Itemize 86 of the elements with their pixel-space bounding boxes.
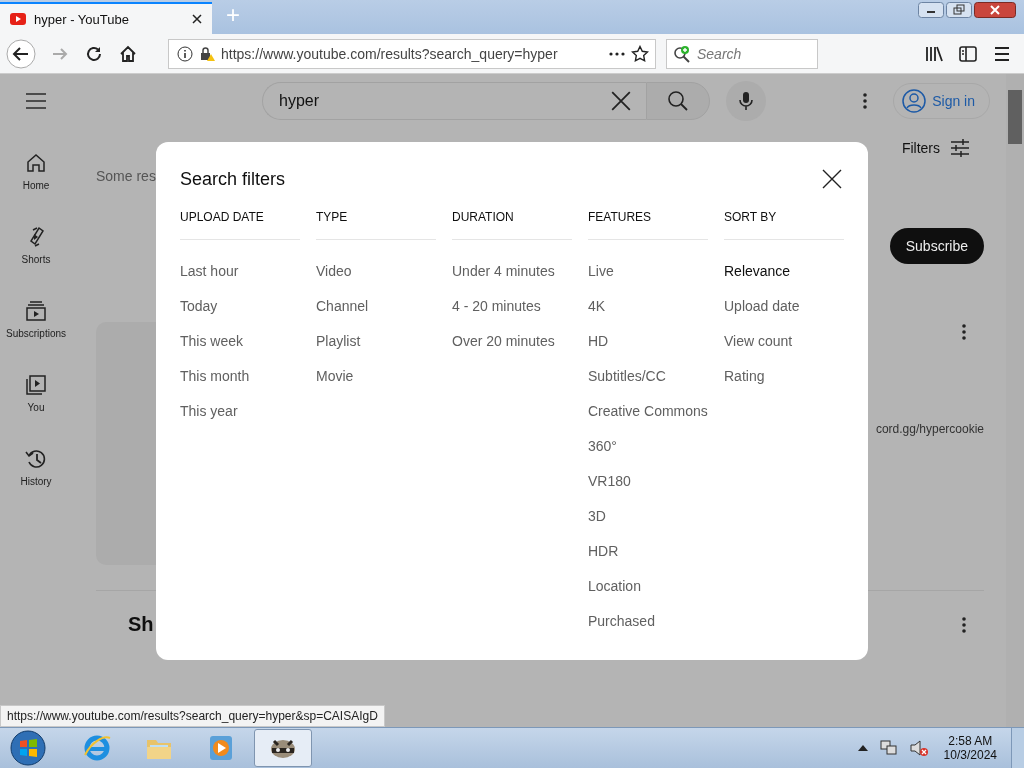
search-field[interactable]: hyper [262, 82, 646, 120]
sidebar-item[interactable]: History [0, 448, 72, 522]
status-url: https://www.youtube.com/results?search_query=hyper&sp=CAISAIgD [0, 705, 385, 727]
sidebar-item[interactable]: You [0, 374, 72, 448]
filter-group-heading: UPLOAD DATE [180, 202, 300, 240]
filter-option[interactable]: Live [588, 254, 614, 289]
caret-up-icon[interactable] [857, 745, 868, 751]
search-button[interactable] [646, 82, 710, 120]
close-icon[interactable] [974, 2, 1016, 18]
filter-option[interactable]: Subtitles/CC [588, 359, 666, 394]
lock-warning-icon[interactable] [199, 45, 215, 62]
filter-option[interactable]: HD [588, 324, 609, 359]
filter-option[interactable]: 3D [588, 499, 606, 534]
sidebar-icon[interactable] [958, 43, 978, 64]
filter-option[interactable]: 4K [588, 289, 606, 324]
clock[interactable]: 2:58 AM 10/3/2024 [943, 734, 997, 762]
filter-option[interactable]: Relevance [724, 254, 791, 289]
more-icon[interactable] [863, 93, 868, 109]
filter-option[interactable]: Channel [316, 289, 369, 324]
sliders-icon [950, 138, 970, 158]
clear-icon[interactable] [610, 90, 632, 112]
taskbar-app[interactable] [254, 729, 312, 767]
network-icon[interactable] [879, 739, 898, 757]
sidebar-item[interactable]: Home [0, 152, 72, 226]
channel-link[interactable]: cord.gg/hypercookie [875, 422, 984, 436]
close-icon[interactable] [822, 169, 842, 189]
filter-group-heading: DURATION [452, 202, 572, 240]
browser-e-icon [82, 733, 112, 763]
home-icon[interactable] [118, 43, 138, 64]
browser-tab[interactable]: hyper - YouTube [0, 2, 212, 34]
home-icon [25, 152, 47, 174]
microphone-icon [736, 91, 756, 111]
url-text: https://www.youtube.com/results?search_query=hyper [221, 45, 558, 62]
voice-search-button[interactable] [726, 81, 766, 121]
close-icon[interactable] [192, 14, 202, 24]
subscribe-button[interactable]: Subscribe [889, 228, 984, 264]
filter-option[interactable]: Playlist [316, 324, 361, 359]
search-icon [667, 90, 689, 112]
filter-option[interactable]: View count [724, 324, 793, 359]
person-icon [902, 89, 927, 113]
filter-group-heading: FEATURES [588, 202, 708, 240]
search-field[interactable]: Search [666, 38, 818, 69]
sidebar-item[interactable]: Shorts [0, 226, 72, 300]
filter-option[interactable]: Over 20 minutes [452, 324, 555, 359]
filter-option[interactable]: Under 4 minutes [452, 254, 555, 289]
filter-option[interactable]: 4 - 20 minutes [452, 289, 541, 324]
filter-option[interactable]: VR180 [588, 464, 631, 499]
minimize-icon[interactable] [918, 2, 944, 18]
filter-option[interactable]: Location [588, 569, 641, 604]
muted-speaker-icon[interactable] [909, 739, 928, 757]
filter-option[interactable]: 360° [588, 429, 617, 464]
filters-button[interactable]: Filters [901, 138, 970, 158]
tab-title: hyper - YouTube [34, 11, 130, 27]
scrollbar[interactable] [1006, 74, 1024, 727]
subscriptions-icon [25, 300, 47, 322]
filter-option[interactable]: This week [180, 324, 244, 359]
star-icon[interactable] [631, 44, 649, 63]
start-button[interactable] [10, 730, 46, 766]
dialog-title: Search filters [180, 168, 286, 190]
playlist-icon [25, 374, 47, 396]
filter-option[interactable]: Purchased [588, 604, 655, 639]
history-icon [25, 448, 47, 470]
section-heading: Sh [128, 613, 154, 636]
filter-option[interactable]: Rating [724, 359, 765, 394]
play-logo-icon [10, 11, 26, 27]
filter-option[interactable]: Video [316, 254, 352, 289]
filter-group-heading: TYPE [316, 202, 436, 240]
filter-option[interactable]: Upload date [724, 289, 800, 324]
more-icon[interactable] [962, 616, 966, 633]
filter-option[interactable]: Movie [316, 359, 354, 394]
filter-option[interactable]: HDR [588, 534, 619, 569]
filter-option[interactable]: Today [180, 289, 218, 324]
filter-group-heading: SORT BY [724, 202, 844, 240]
restore-icon[interactable] [946, 2, 972, 18]
filter-option[interactable]: This year [180, 394, 238, 429]
back-icon[interactable] [6, 38, 36, 69]
filter-option[interactable]: Creative Commons [588, 394, 708, 429]
info-icon[interactable] [177, 45, 193, 62]
sidebar-item[interactable]: Subscriptions [0, 300, 72, 374]
filter-option[interactable]: Last hour [180, 254, 239, 289]
results-notice: Some res [96, 168, 156, 184]
more-icon[interactable] [962, 324, 966, 340]
scrollbar-thumb[interactable] [1008, 90, 1022, 144]
address-bar[interactable]: https://www.youtube.com/results?search_query=hyper [168, 38, 656, 69]
search-add-icon [673, 44, 691, 63]
filter-option[interactable]: This month [180, 359, 250, 394]
